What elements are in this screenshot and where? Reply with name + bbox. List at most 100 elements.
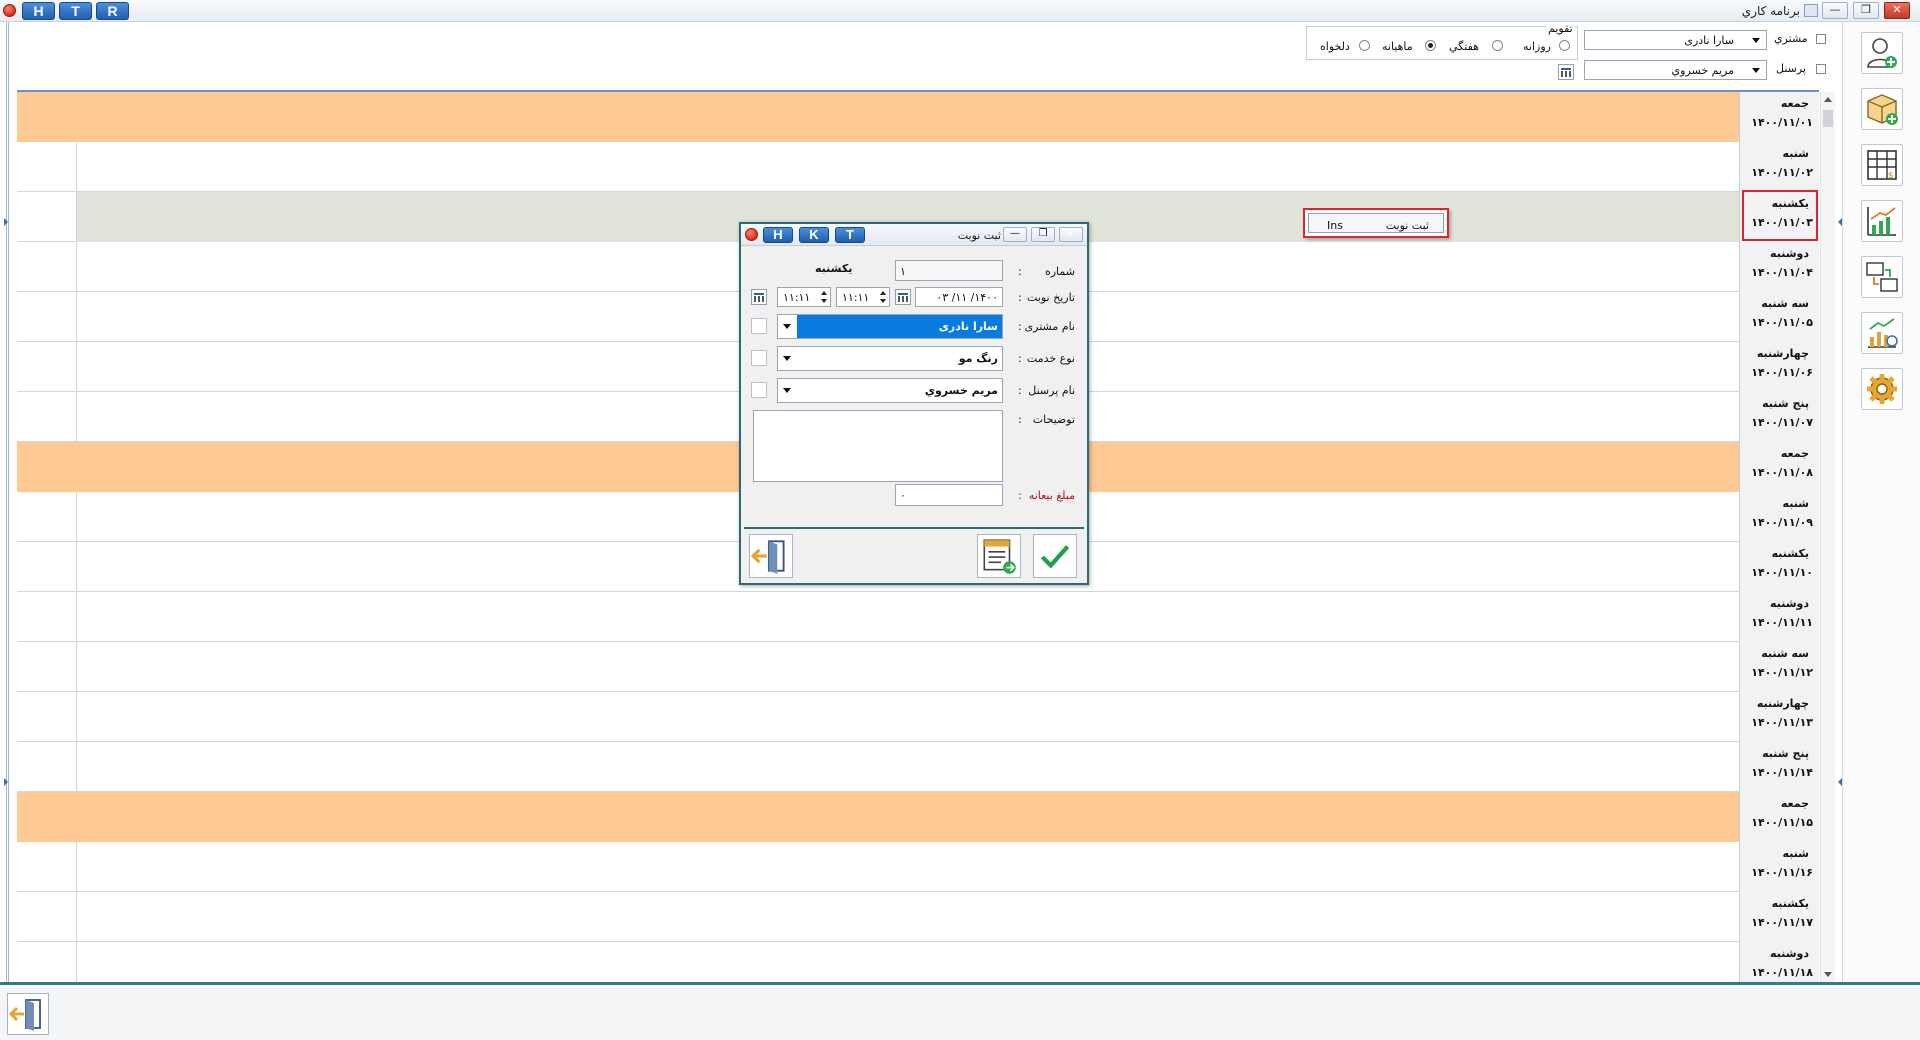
exit-button[interactable]	[7, 993, 49, 1035]
day-header-cell[interactable]: دوشنبه ۱۴۰۰/۱۱/۰۴	[1739, 242, 1819, 292]
staff-lookup-icon[interactable]	[751, 382, 767, 398]
day-row-appointments-cell[interactable]	[77, 692, 1739, 742]
day-row-appointments-cell[interactable]	[77, 892, 1739, 942]
dialog-list-button[interactable]	[977, 534, 1021, 578]
scroll-thumb[interactable]	[1823, 110, 1833, 127]
deposit-field[interactable]: ۰	[895, 484, 1003, 506]
price-table-button[interactable]: $	[1861, 144, 1903, 186]
left-splitter[interactable]	[6, 22, 9, 982]
scroll-up-icon[interactable]	[1824, 97, 1832, 102]
day-header-cell[interactable]: چهارشنبه ۱۴۰۰/۱۱/۱۳	[1739, 692, 1819, 742]
day-header-cell[interactable]: سه شنبه ۱۴۰۰/۱۱/۱۲	[1739, 642, 1819, 692]
time-to-field[interactable]: ۱۱:۱۱	[836, 287, 890, 307]
customer-filter-combo[interactable]: سارا نادری	[1584, 30, 1767, 50]
day-row[interactable]: جمعه ۱۴۰۰/۱۱/۰۱	[17, 92, 1819, 142]
day-header-cell[interactable]: دوشنبه ۱۴۰۰/۱۱/۱۸	[1739, 942, 1819, 983]
day-row-side-cell[interactable]	[17, 492, 77, 542]
dialog-hotkey-k-button[interactable]: K	[799, 227, 829, 243]
day-header-cell[interactable]: پنج شنبه ۱۴۰۰/۱۱/۱۴	[1739, 742, 1819, 792]
dialog-exit-button[interactable]	[749, 534, 793, 578]
day-header-cell[interactable]: شنبه ۱۴۰۰/۱۱/۱۶	[1739, 842, 1819, 892]
chevron-down-icon[interactable]	[783, 324, 791, 329]
day-row-side-cell[interactable]	[17, 542, 77, 592]
mode-custom-radio[interactable]	[1359, 40, 1370, 51]
day-row-side-cell[interactable]	[17, 392, 77, 442]
mode-weekly-radio[interactable]	[1492, 40, 1503, 51]
day-row[interactable]: سه شنبه ۱۴۰۰/۱۱/۱۲	[17, 642, 1819, 692]
customer-lookup-icon[interactable]	[751, 318, 767, 334]
left-splitter-arrow-icon[interactable]	[4, 218, 8, 226]
day-row-appointments-cell[interactable]	[77, 92, 1739, 142]
spin-down-icon[interactable]	[880, 299, 886, 303]
dialog-confirm-button[interactable]	[1033, 534, 1077, 578]
day-row[interactable]: جمعه ۱۴۰۰/۱۱/۱۵	[17, 792, 1819, 842]
mode-monthly-radio[interactable]	[1425, 40, 1436, 51]
customer-combo[interactable]: سارا نادری	[777, 314, 1003, 339]
service-lookup-icon[interactable]	[751, 350, 767, 366]
settings-button[interactable]	[1861, 368, 1903, 410]
day-row-side-cell[interactable]	[17, 742, 77, 792]
day-row-side-cell[interactable]	[17, 942, 77, 983]
day-row[interactable]: شنبه ۱۴۰۰/۱۱/۱۶	[17, 842, 1819, 892]
day-row-side-cell[interactable]	[17, 792, 77, 842]
day-header-cell[interactable]: يکشنبه ۱۴۰۰/۱۱/۱۰	[1739, 542, 1819, 592]
date-calendar-icon[interactable]	[895, 289, 911, 305]
spin-up-icon[interactable]	[880, 291, 886, 295]
spin-down-icon[interactable]	[821, 299, 827, 303]
hotkey-t-button[interactable]: T	[59, 2, 92, 20]
day-row-side-cell[interactable]	[17, 292, 77, 342]
staff-filter-combo[interactable]: مريم خسروي	[1584, 60, 1767, 80]
left-splitter-arrow-icon[interactable]	[4, 778, 8, 786]
day-row[interactable]: دوشنبه ۱۴۰۰/۱۱/۱۱	[17, 592, 1819, 642]
day-header-cell[interactable]: شنبه ۱۴۰۰/۱۱/۰۲	[1739, 142, 1819, 192]
number-field[interactable]: ۱	[895, 260, 1003, 281]
hotkey-h-button[interactable]: H	[22, 2, 55, 20]
dialog-hotkey-t-button[interactable]: T	[835, 227, 865, 243]
spin-up-icon[interactable]	[821, 291, 827, 295]
customer-filter-checkbox[interactable]	[1816, 34, 1826, 44]
add-package-button[interactable]	[1861, 88, 1903, 130]
analytics-button[interactable]	[1861, 312, 1903, 354]
day-row-appointments-cell[interactable]	[77, 792, 1739, 842]
report-chart-button[interactable]	[1861, 200, 1903, 242]
day-row-appointments-cell[interactable]	[77, 642, 1739, 692]
day-row-side-cell[interactable]	[17, 692, 77, 742]
grid-scrollbar[interactable]	[1820, 92, 1835, 982]
day-row-side-cell[interactable]	[17, 342, 77, 392]
service-combo[interactable]: رنگ مو	[777, 346, 1003, 371]
time-from-field[interactable]: ۱۱:۱۱	[777, 287, 831, 307]
dialog-close-dot-icon[interactable]	[745, 228, 758, 241]
day-row[interactable]: پنج شنبه ۱۴۰۰/۱۱/۱۴	[17, 742, 1819, 792]
day-row-side-cell[interactable]	[17, 142, 77, 192]
day-row-side-cell[interactable]	[17, 192, 77, 242]
day-row[interactable]: دوشنبه ۱۴۰۰/۱۱/۱۸	[17, 942, 1819, 983]
hotkey-r-button[interactable]: R	[96, 2, 129, 20]
day-row[interactable]: شنبه ۱۴۰۰/۱۱/۰۲	[17, 142, 1819, 192]
calendar-icon[interactable]	[1558, 64, 1574, 80]
day-row-appointments-cell[interactable]	[77, 742, 1739, 792]
chevron-down-icon[interactable]	[783, 388, 791, 393]
day-row-appointments-cell[interactable]	[77, 592, 1739, 642]
day-header-cell[interactable]: جمعه ۱۴۰۰/۱۱/۰۱	[1739, 92, 1819, 142]
day-row[interactable]: چهارشنبه ۱۴۰۰/۱۱/۱۳	[17, 692, 1819, 742]
day-header-cell[interactable]: پنج شنبه ۱۴۰۰/۱۱/۰۷	[1739, 392, 1819, 442]
day-row-side-cell[interactable]	[17, 642, 77, 692]
window-close-button[interactable]: ✕	[1884, 2, 1910, 19]
mode-daily-radio[interactable]	[1559, 40, 1570, 51]
day-header-cell[interactable]: چهارشنبه ۱۴۰۰/۱۱/۰۶	[1739, 342, 1819, 392]
day-header-cell[interactable]: سه شنبه ۱۴۰۰/۱۱/۰۵	[1739, 292, 1819, 342]
minimize-button[interactable]: —	[1822, 2, 1848, 19]
day-header-cell[interactable]: جمعه ۱۴۰۰/۱۱/۰۸	[1739, 442, 1819, 492]
day-row-side-cell[interactable]	[17, 892, 77, 942]
day-header-cell[interactable]: جمعه ۱۴۰۰/۱۱/۱۵	[1739, 792, 1819, 842]
date-field[interactable]: ۱۴۰۰/ ۱۱/ ۰۳	[915, 287, 1003, 307]
scroll-down-icon[interactable]	[1824, 972, 1832, 977]
day-row-side-cell[interactable]	[17, 442, 77, 492]
staff-combo[interactable]: مريم خسروي	[777, 378, 1003, 403]
add-customer-button[interactable]	[1861, 32, 1903, 74]
day-header-cell[interactable]: يکشنبه ۱۴۰۰/۱۱/۱۷	[1739, 892, 1819, 942]
day-row-side-cell[interactable]	[17, 242, 77, 292]
chevron-down-icon[interactable]	[783, 356, 791, 361]
day-row-appointments-cell[interactable]	[77, 942, 1739, 983]
close-dot-icon[interactable]	[3, 4, 16, 17]
